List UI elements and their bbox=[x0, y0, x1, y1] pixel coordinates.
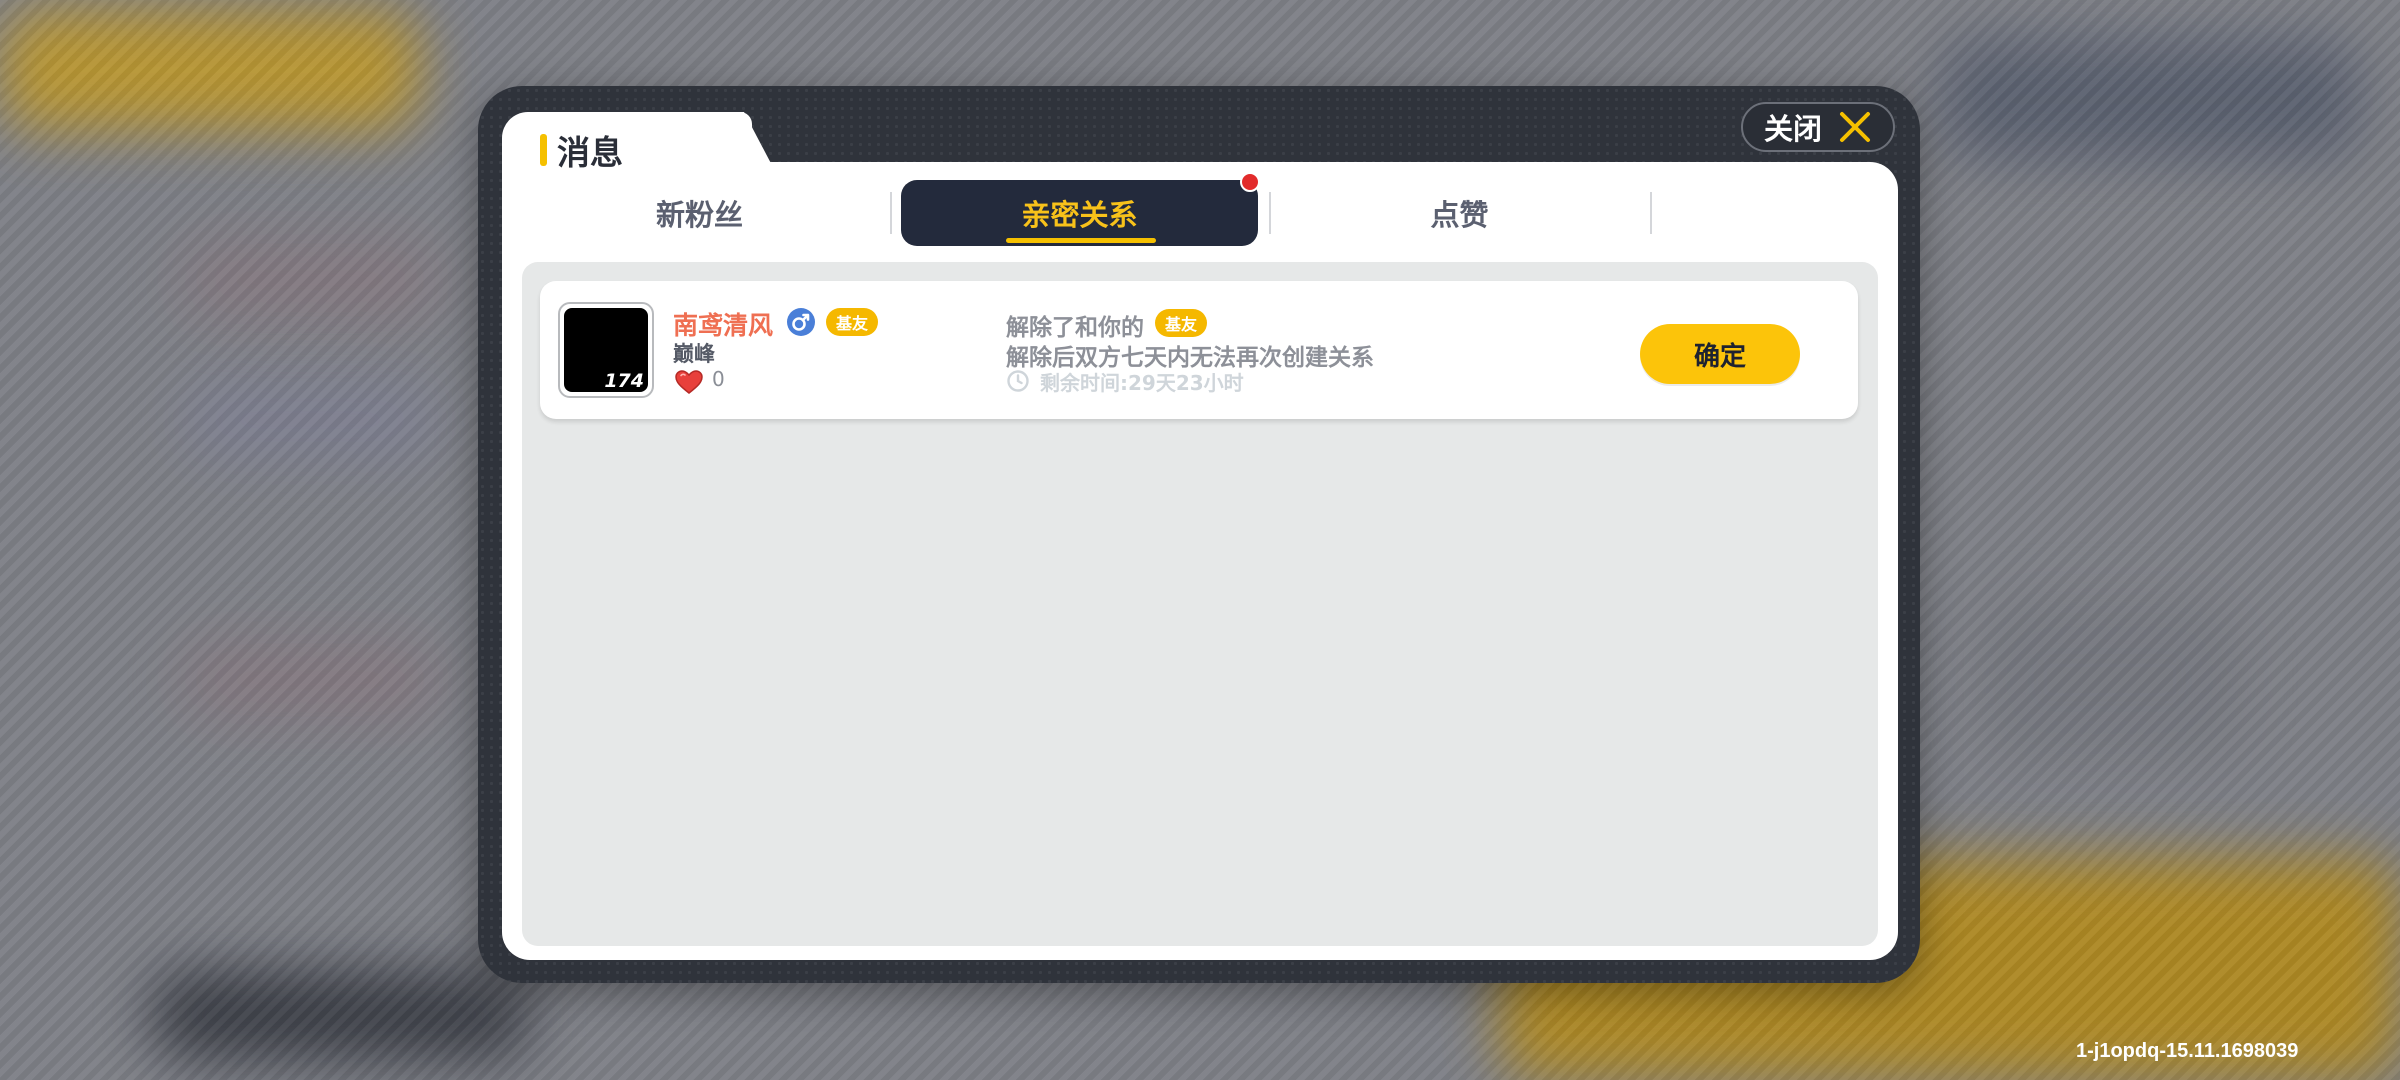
user-name[interactable]: 南鸢清风 bbox=[673, 306, 773, 342]
heart-icon bbox=[675, 370, 703, 394]
tab-divider bbox=[1650, 192, 1652, 234]
tab-divider bbox=[1269, 192, 1271, 234]
avatar-level: 174 bbox=[604, 370, 644, 392]
relation-badge: 基友 bbox=[826, 308, 879, 336]
tab-new-fans[interactable]: 新粉丝 bbox=[521, 180, 878, 246]
close-button[interactable]: 关闭 bbox=[1741, 102, 1895, 152]
close-button-label: 关闭 bbox=[1763, 112, 1822, 146]
remaining-time: 剩余时间:29天23小时 bbox=[1040, 371, 1244, 395]
tab-active-underline bbox=[1006, 238, 1156, 243]
relation-badge-inline: 基友 bbox=[1155, 309, 1208, 337]
title-accent-bar bbox=[540, 134, 547, 166]
like-count: 0 bbox=[712, 367, 725, 391]
message-text-line1: 解除了和你的 bbox=[1006, 315, 1144, 341]
avatar[interactable]: 174 bbox=[558, 302, 654, 398]
male-gender-icon bbox=[787, 308, 815, 336]
avatar-image: 174 bbox=[564, 308, 648, 392]
notification-dot bbox=[1240, 172, 1260, 192]
close-icon bbox=[1840, 112, 1870, 142]
user-rank: 巅峰 bbox=[673, 342, 715, 366]
tab-likes-label: 点赞 bbox=[1430, 198, 1489, 232]
tab-divider bbox=[890, 192, 892, 234]
tab-intimate-relations[interactable]: 亲密关系 bbox=[901, 172, 1260, 246]
confirm-button-label: 确定 bbox=[1693, 341, 1746, 372]
dialog-title: 消息 bbox=[557, 133, 623, 172]
clock-icon bbox=[1007, 370, 1029, 392]
version-label: 1-j1opdq-15.11.1698039 bbox=[2076, 1040, 2299, 1062]
confirm-button[interactable]: 确定 bbox=[1640, 324, 1800, 384]
tab-intimate-relations-label: 亲密关系 bbox=[1021, 198, 1138, 232]
dialog-title-area: 消息 bbox=[540, 126, 623, 174]
tab-likes[interactable]: 点赞 bbox=[1281, 180, 1638, 246]
tab-new-fans-label: 新粉丝 bbox=[655, 198, 743, 232]
